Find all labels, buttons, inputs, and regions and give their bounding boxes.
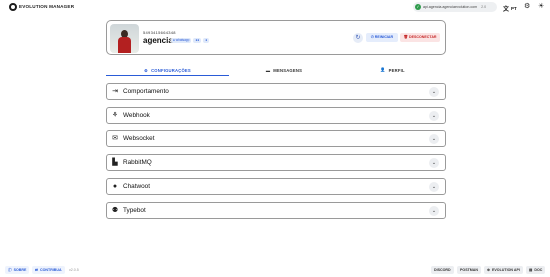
section-label: RabbitMQ — [123, 159, 152, 166]
tab-profile[interactable]: 👤 PERFIL — [339, 64, 446, 76]
check-icon: ✓ — [415, 4, 421, 10]
chevron-down-icon[interactable]: ⌄ — [429, 111, 439, 121]
gear-icon: ⚙ — [144, 67, 149, 73]
top-bar: EVOLUTION MANAGER ✓ api.agencia.agenciae… — [0, 0, 550, 14]
section-label: Websocket — [123, 135, 155, 142]
theme-toggle-icon[interactable]: ☀ — [538, 3, 544, 10]
active-tab-indicator — [106, 75, 229, 76]
api-url: api.agencia.agenciaevolution.com — [423, 5, 478, 9]
typebot-icon: ⚉ — [111, 206, 119, 214]
translate-icon: 文 — [503, 7, 510, 13]
behavior-icon: ⇥ — [112, 87, 118, 95]
status-badge: ●● — [193, 38, 202, 43]
api-status-pill[interactable]: ✓ api.agencia.agenciaevolution.com 2.0 — [413, 2, 497, 12]
section-webhook[interactable]: ⚘ Webhook ⌄ — [106, 107, 446, 124]
chatwoot-icon: ● — [112, 182, 118, 190]
api-version: 2.0 — [481, 5, 487, 9]
section-websocket[interactable]: ✉ Websocket ⌄ — [106, 130, 446, 147]
section-label: Typebot — [123, 207, 146, 214]
globe-icon: ⊕ — [487, 268, 491, 272]
doc-icon: ▤ — [529, 268, 533, 272]
doc-button[interactable]: ▤ DOC — [526, 266, 546, 274]
websocket-icon: ✉ — [112, 134, 118, 142]
app-version: v2.0.5 — [69, 268, 79, 272]
discord-button[interactable]: DISCORD — [431, 266, 454, 274]
tab-messages[interactable]: ▬ MENSAGENS — [229, 64, 339, 76]
instance-id: 5493415664348 — [143, 30, 176, 35]
chevron-down-icon[interactable]: ⌄ — [429, 87, 439, 97]
message-icon: ▬ — [265, 67, 271, 73]
restart-button[interactable]: ⏻ REINICIAR — [366, 33, 398, 42]
info-icon: ⓘ — [8, 268, 12, 272]
evolution-api-button[interactable]: ⊕ EVOLUTION API — [484, 266, 523, 274]
section-typebot[interactable]: ⚉ Typebot ⌄ — [106, 202, 446, 219]
reload-icon[interactable]: ↻ — [353, 33, 363, 43]
section-label: Chatwoot — [123, 183, 150, 190]
about-button[interactable]: ⓘ SOBRE — [5, 266, 30, 274]
chevron-down-icon[interactable]: ⌄ — [429, 158, 439, 168]
instance-name: agencia — [143, 36, 173, 45]
status-badge: ● — [203, 38, 210, 43]
instance-chips: ● whatsapp ●● ● — [171, 38, 210, 43]
contribute-button[interactable]: ⇄ CONTRIBUA — [32, 266, 65, 274]
webhook-icon: ⚘ — [111, 111, 119, 119]
rabbitmq-icon: ▙ — [112, 158, 118, 166]
section-label: Webhook — [123, 112, 150, 119]
postman-button[interactable]: POSTMAN — [457, 266, 481, 274]
contribute-icon: ⇄ — [35, 268, 39, 272]
tabs: ⚙ CONFIGURAÇÕES ▬ MENSAGENS 👤 PERFIL — [106, 64, 446, 76]
logo-icon — [9, 3, 17, 11]
user-icon: 👤 — [380, 67, 386, 72]
language-selector[interactable]: 文 PT — [503, 4, 517, 13]
language-label: PT — [511, 6, 517, 11]
section-rabbitmq[interactable]: ▙ RabbitMQ ⌄ — [106, 154, 446, 171]
section-label: Comportamento — [123, 88, 169, 95]
gear-icon[interactable]: ⚙ — [524, 3, 530, 10]
chevron-down-icon[interactable]: ⌄ — [429, 182, 439, 192]
chevron-down-icon[interactable]: ⌄ — [429, 134, 439, 144]
chevron-down-icon[interactable]: ⌄ — [429, 206, 439, 216]
status-badge: ● whatsapp — [171, 38, 192, 43]
disconnect-button[interactable]: 🗑 DESCONECTAR — [400, 33, 440, 42]
section-behavior[interactable]: ⇥ Comportamento ⌄ — [106, 83, 446, 100]
section-chatwoot[interactable]: ● Chatwoot ⌄ — [106, 178, 446, 195]
footer: ⓘ SOBRE ⇄ CONTRIBUA v2.0.5 DISCORD POSTMAN… — [0, 265, 550, 275]
app-title: EVOLUTION MANAGER — [19, 4, 75, 9]
avatar — [110, 24, 139, 53]
instance-card: 5493415664348 agencia ● whatsapp ●● ● ↻ … — [106, 20, 446, 55]
